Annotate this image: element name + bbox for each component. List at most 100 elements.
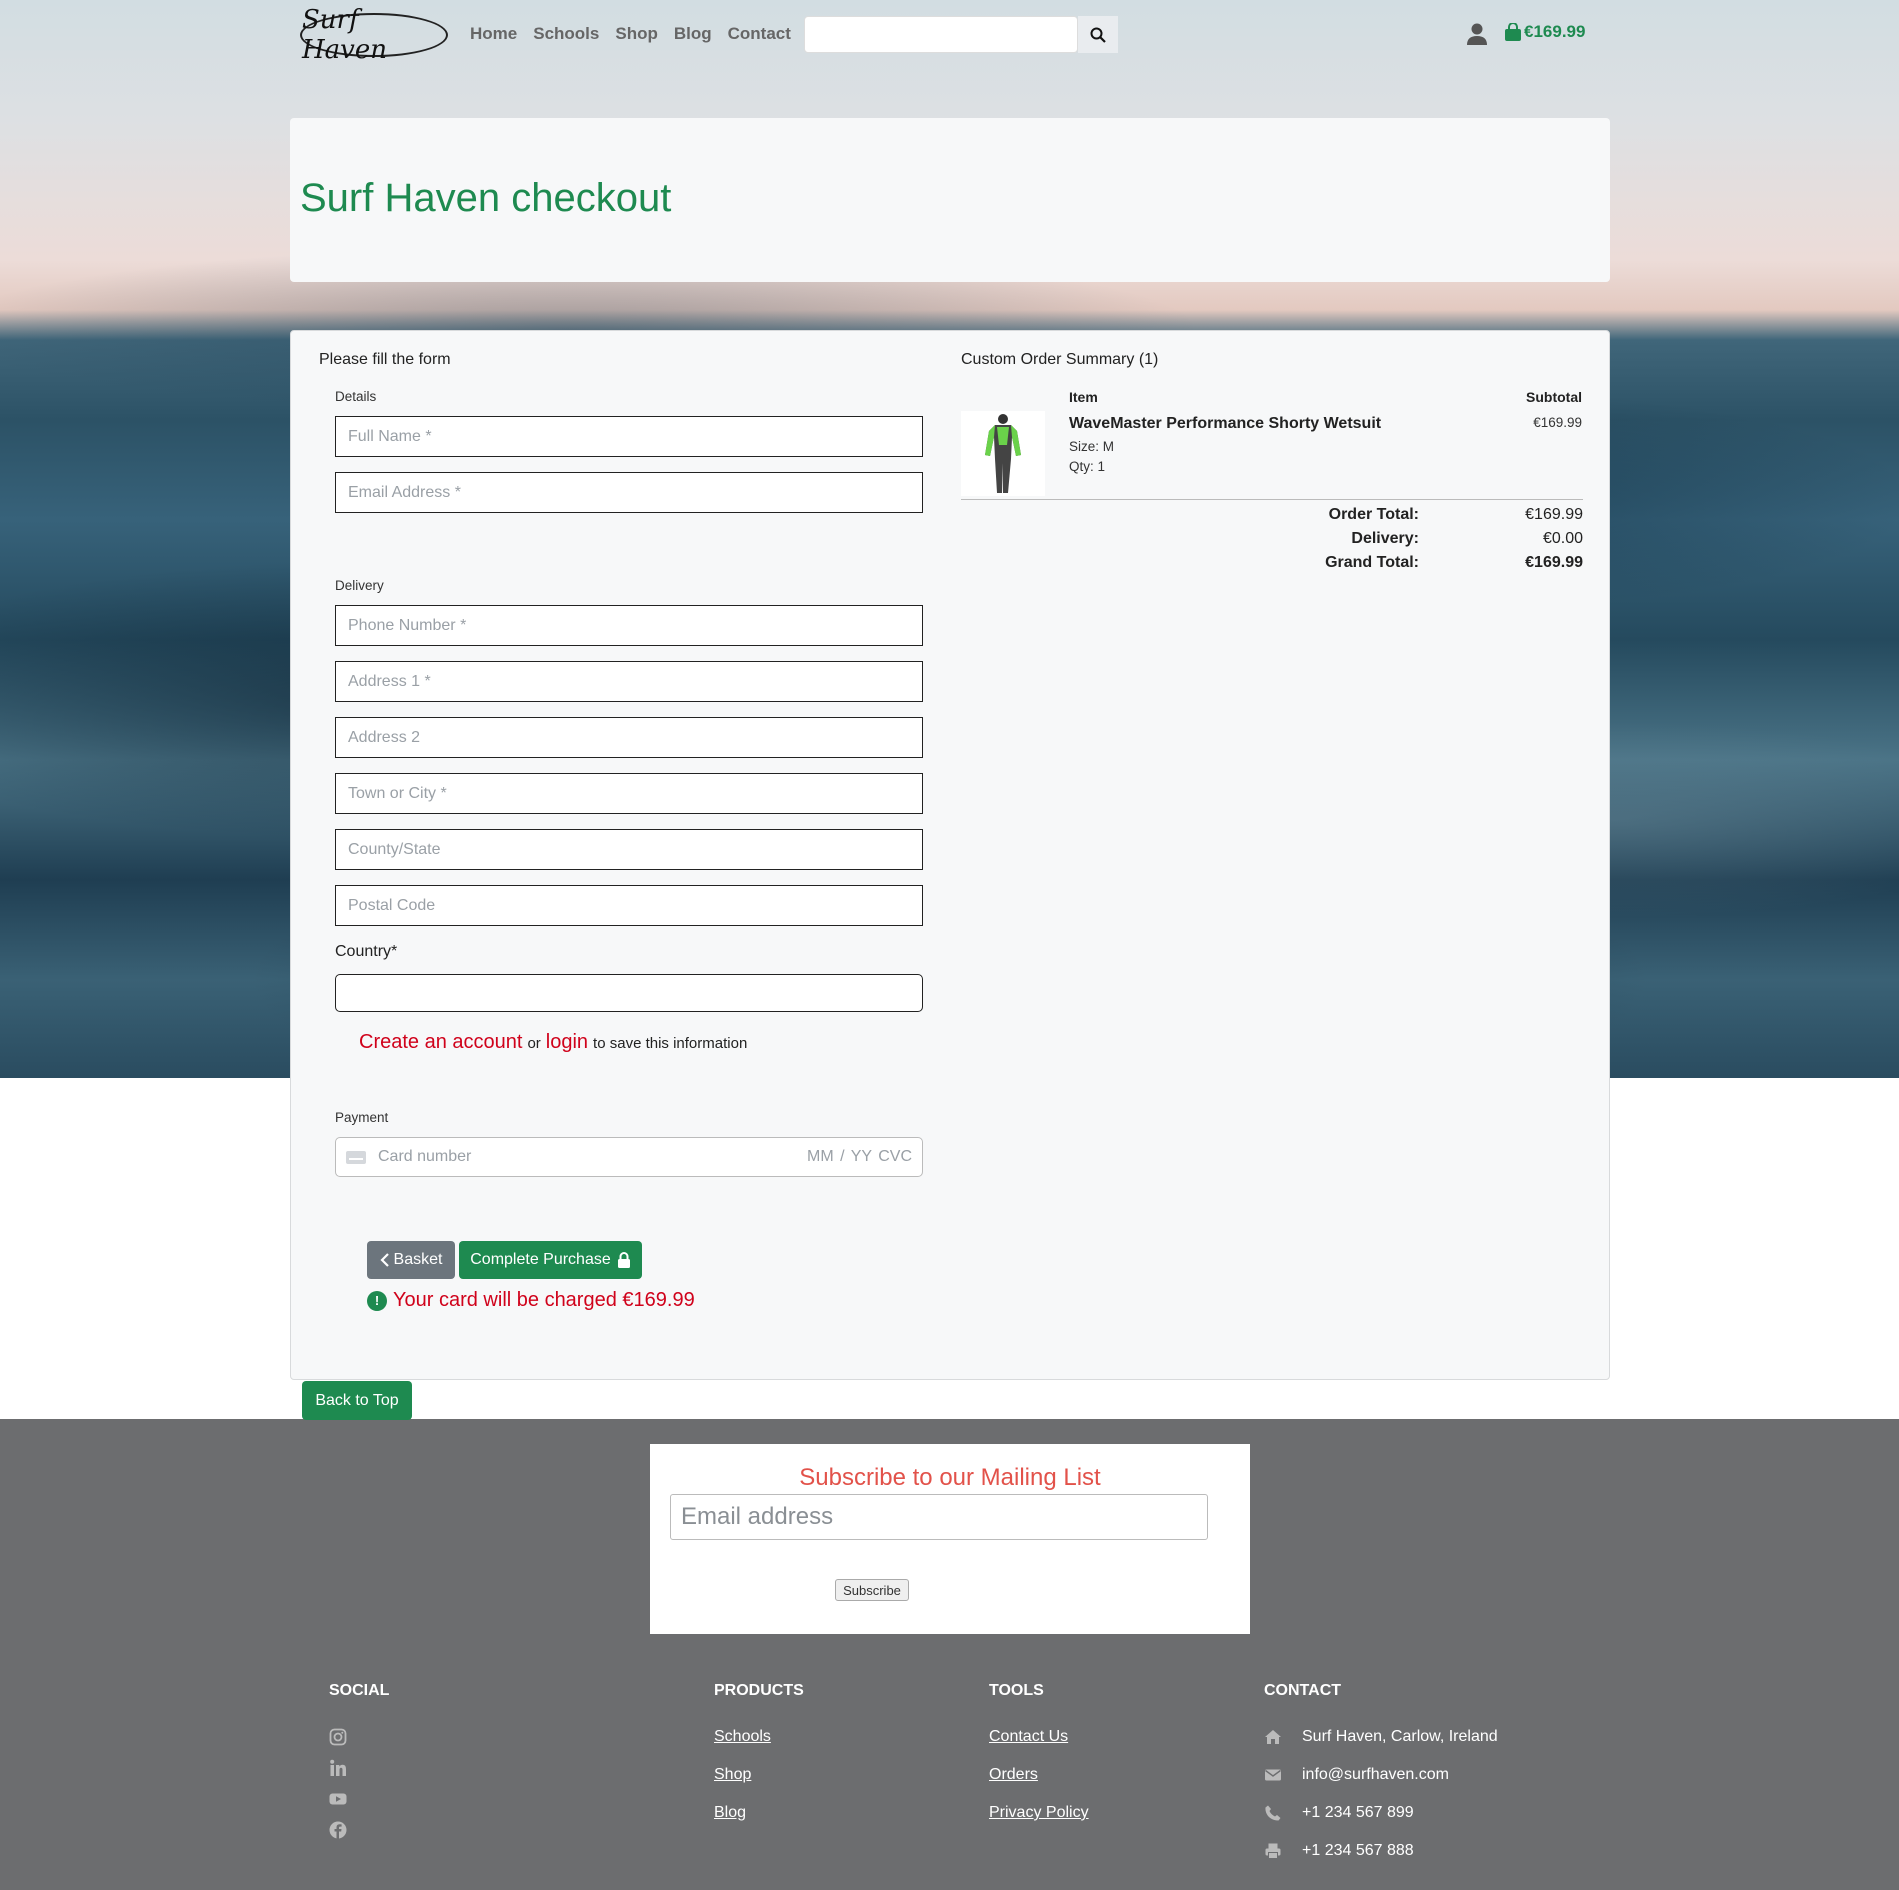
grand-total-label: Grand Total:: [1325, 554, 1419, 571]
delivery-row: Delivery: €0.00: [1291, 527, 1583, 551]
create-account-link[interactable]: Create an account: [359, 1031, 522, 1054]
page-title: Surf Haven checkout: [300, 176, 672, 220]
print-icon: [1265, 1843, 1281, 1859]
address1-input[interactable]: [335, 661, 923, 702]
delivery-cost-value: €0.00: [1542, 530, 1583, 547]
linkedin-icon[interactable]: [329, 1759, 347, 1777]
lock-icon: [617, 1252, 630, 1268]
order-total-value: €169.99: [1525, 506, 1583, 523]
complete-purchase-label: Complete Purchase: [470, 1251, 611, 1268]
product-size: Size: M: [1069, 439, 1115, 454]
footer-link-privacy-policy[interactable]: Privacy Policy: [989, 1804, 1089, 1822]
chevron-left-icon: [379, 1253, 389, 1267]
order-total-row: Order Total: €169.99: [1291, 503, 1583, 527]
contact-address: Surf Haven, Carlow, Ireland: [1264, 1728, 1498, 1746]
footer-contact: CONTACT Surf Haven, Carlow, Ireland info…: [1264, 1682, 1498, 1880]
phone-input[interactable]: [335, 605, 923, 646]
email-input[interactable]: [335, 472, 923, 513]
payment-label: Payment: [335, 1110, 389, 1125]
subscribe-title: Subscribe to our Mailing List: [799, 1464, 1101, 1491]
cart-total: €169.99: [1524, 22, 1586, 41]
navbar: Surf Haven Home Schools Shop Blog Contac…: [0, 0, 1899, 72]
footer-link-contact-us[interactable]: Contact Us: [989, 1728, 1089, 1746]
delivery-label: Delivery: [335, 578, 384, 593]
phone-icon: [1265, 1805, 1281, 1821]
charge-notice-text: Your card will be charged €169.99: [393, 1289, 695, 1311]
nav-links: Home Schools Shop Blog Contact: [470, 24, 791, 44]
nav-link-contact[interactable]: Contact: [728, 24, 791, 44]
contact-address-text: Surf Haven, Carlow, Ireland: [1302, 1728, 1498, 1745]
wetsuit-image: [985, 414, 1021, 493]
instagram-icon[interactable]: [329, 1728, 347, 1746]
footer-link-schools[interactable]: Schools: [714, 1728, 804, 1746]
search-icon: [1090, 27, 1106, 43]
contact-fax: +1 234 567 888: [1264, 1842, 1498, 1860]
subscribe-email-input[interactable]: [670, 1494, 1208, 1540]
county-input[interactable]: [335, 829, 923, 870]
home-icon: [1265, 1730, 1281, 1744]
products-heading: PRODUCTS: [714, 1682, 804, 1699]
credit-card-icon: [346, 1150, 366, 1164]
country-select[interactable]: [335, 974, 923, 1012]
social-heading: SOCIAL: [329, 1682, 390, 1699]
order-summary-heading: Custom Order Summary (1): [961, 351, 1159, 368]
checkout-card: Please fill the form Details Delivery Co…: [290, 330, 1610, 1380]
country-label: Country*: [335, 943, 398, 960]
charge-notice: ! Your card will be charged €169.99: [367, 1289, 695, 1312]
product-subtotal: €169.99: [1533, 415, 1582, 430]
site-logo[interactable]: Surf Haven: [300, 5, 448, 65]
footer-link-shop[interactable]: Shop: [714, 1766, 804, 1784]
footer-link-orders[interactable]: Orders: [989, 1766, 1089, 1784]
back-to-basket-button[interactable]: Basket: [367, 1241, 455, 1279]
facebook-icon[interactable]: [329, 1821, 347, 1839]
nav-link-shop[interactable]: Shop: [615, 24, 658, 44]
product-image: [961, 411, 1045, 496]
complete-purchase-button[interactable]: Complete Purchase: [459, 1241, 642, 1279]
tools-heading: TOOLS: [989, 1682, 1044, 1699]
shopping-bag-icon: [1505, 23, 1521, 41]
order-totals: Order Total: €169.99 Delivery: €0.00 Gra…: [1291, 503, 1583, 575]
summary-divider: [961, 499, 1583, 500]
nav-link-home[interactable]: Home: [470, 24, 517, 44]
contact-phone-text: +1 234 567 899: [1302, 1804, 1414, 1821]
contact-heading: CONTACT: [1264, 1682, 1342, 1699]
full-name-input[interactable]: [335, 416, 923, 457]
save-info-line: Create an account or login to save this …: [359, 1031, 747, 1054]
footer-tools: TOOLS Contact Us Orders Privacy Policy: [989, 1682, 1089, 1842]
grand-total-value: €169.99: [1525, 554, 1583, 571]
back-to-top-button[interactable]: Back to Top: [302, 1381, 412, 1420]
or-text: or: [527, 1035, 541, 1052]
user-icon[interactable]: [1466, 22, 1488, 46]
grand-total-row: Grand Total: €169.99: [1291, 551, 1583, 575]
contact-email-text: info@surfhaven.com: [1302, 1766, 1449, 1783]
subtotal-column-header: Subtotal: [1526, 389, 1582, 405]
product-name: WaveMaster Performance Shorty Wetsuit: [1069, 415, 1382, 432]
card-number-placeholder: Card number: [378, 1148, 472, 1165]
exclamation-circle-icon: !: [367, 1290, 387, 1311]
town-input[interactable]: [335, 773, 923, 814]
nav-link-schools[interactable]: Schools: [533, 24, 599, 44]
basket-button-label: Basket: [393, 1251, 443, 1268]
order-total-label: Order Total:: [1328, 506, 1419, 523]
footer-social: SOCIAL: [329, 1682, 389, 1852]
address2-input[interactable]: [335, 717, 923, 758]
subscribe-box: Subscribe to our Mailing List Subscribe: [650, 1444, 1250, 1634]
cart-link[interactable]: €169.99: [1504, 22, 1585, 42]
login-link[interactable]: login: [546, 1031, 588, 1054]
contact-fax-text: +1 234 567 888: [1302, 1842, 1414, 1859]
nav-link-blog[interactable]: Blog: [674, 24, 712, 44]
postcode-input[interactable]: [335, 885, 923, 926]
contact-phone: +1 234 567 899: [1264, 1804, 1498, 1822]
search-input[interactable]: [804, 16, 1078, 53]
footer-link-blog[interactable]: Blog: [714, 1804, 804, 1822]
envelope-icon: [1265, 1769, 1281, 1781]
card-input[interactable]: Card number MM / YY CVC: [335, 1137, 923, 1177]
header-panel: Surf Haven checkout: [290, 118, 1610, 282]
footer-products: PRODUCTS Schools Shop Blog: [714, 1682, 804, 1842]
details-label: Details: [335, 389, 377, 404]
item-column-header: Item: [1069, 389, 1098, 405]
youtube-icon[interactable]: [329, 1790, 347, 1808]
search-button[interactable]: [1078, 16, 1118, 53]
subscribe-button[interactable]: Subscribe: [835, 1579, 909, 1601]
save-info-text: to save this information: [593, 1035, 748, 1052]
